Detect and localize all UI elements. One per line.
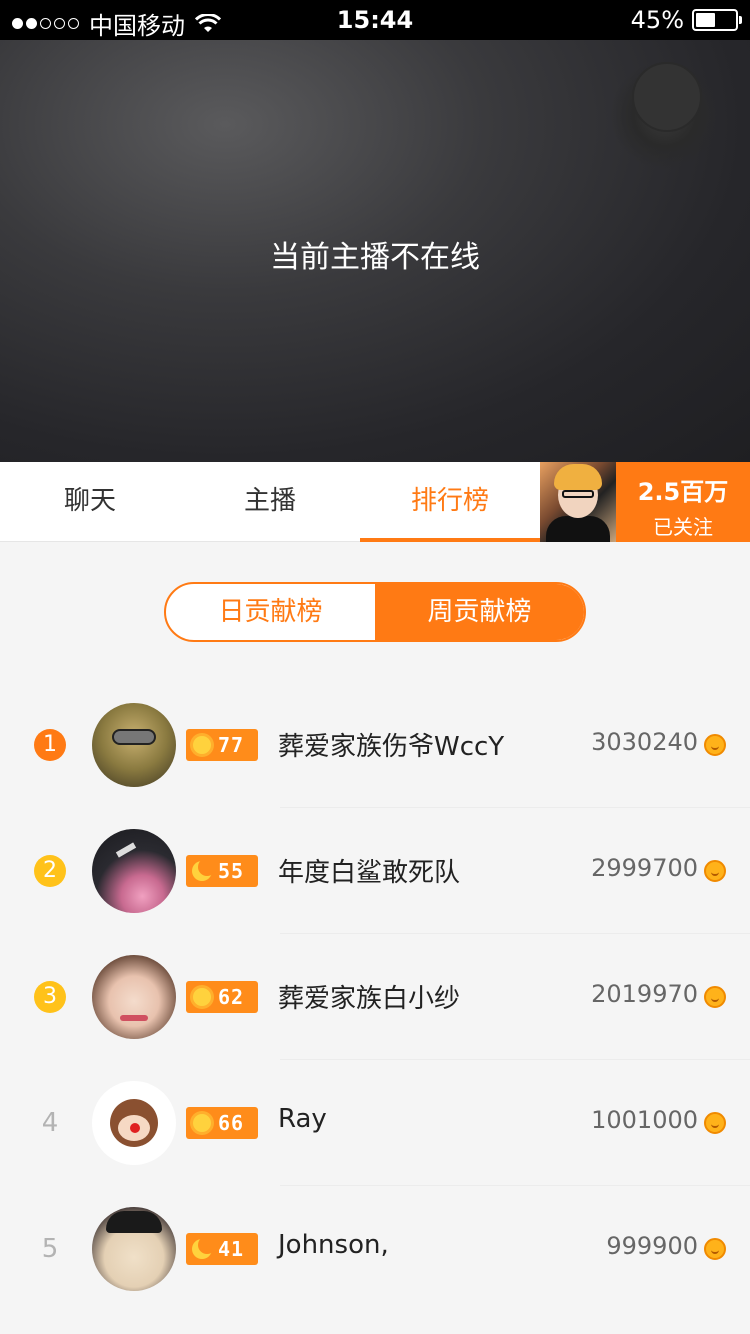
- moon-icon: [186, 855, 218, 887]
- tab-bar: 聊天 主播 排行榜 2.5百万 已关注: [0, 462, 750, 542]
- user-name: Johnson,: [278, 1230, 389, 1260]
- video-player[interactable]: 当前主播不在线: [0, 40, 750, 462]
- follower-count: 2.5百万: [637, 478, 729, 506]
- user-name: 葬爱家族白小纱: [278, 984, 461, 1014]
- tab-anchor[interactable]: 主播: [180, 462, 360, 542]
- ranking-toggle: 日贡献榜 周贡献榜: [164, 582, 586, 642]
- avatar[interactable]: [92, 1081, 176, 1165]
- rank-badge: 2: [34, 855, 66, 887]
- offline-message: 当前主播不在线: [270, 240, 480, 275]
- tab-ranking[interactable]: 排行榜: [360, 462, 540, 542]
- rank-badge: 5: [41, 1234, 59, 1264]
- contribution-score: 2999700: [591, 854, 698, 882]
- user-name: 葬爱家族伤爷WccY: [278, 732, 505, 762]
- ranking-row[interactable]: 3 62 葬爱家族白小纱 2019970: [0, 934, 750, 1060]
- moon-icon: [186, 1233, 218, 1265]
- anchor-avatar[interactable]: [540, 462, 616, 542]
- status-bar: 中国移动 15:44 45%: [0, 0, 750, 40]
- follow-status[interactable]: 已关注: [616, 511, 750, 540]
- avatar[interactable]: [92, 829, 176, 913]
- sun-icon: [186, 1107, 218, 1139]
- ranking-row[interactable]: 2 55 年度白鲨敢死队 2999700: [0, 808, 750, 934]
- battery-percent: 45%: [630, 6, 684, 34]
- coin-icon: [704, 1238, 726, 1260]
- status-right: 45%: [630, 6, 742, 34]
- battery-fill: [696, 13, 715, 27]
- tab-chat[interactable]: 聊天: [0, 462, 180, 542]
- rank-badge: 3: [34, 981, 66, 1013]
- level-badge: 41: [186, 1233, 258, 1265]
- anchor-follow-card[interactable]: 2.5百万 已关注: [540, 462, 750, 542]
- daily-ranking-button[interactable]: 日贡献榜: [166, 584, 375, 640]
- ranking-list: 1 77 葬爱家族伤爷WccY 3030240 2 55 年度白鲨敢死队 299…: [0, 682, 750, 1312]
- level-badge: 55: [186, 855, 258, 887]
- avatar[interactable]: [92, 703, 176, 787]
- ranking-row[interactable]: 1 77 葬爱家族伤爷WccY 3030240: [0, 682, 750, 808]
- contribution-score: 1001000: [591, 1106, 698, 1134]
- contribution-score: 3030240: [591, 728, 698, 756]
- avatar[interactable]: [92, 1207, 176, 1291]
- coin-icon: [704, 734, 726, 756]
- weekly-ranking-button[interactable]: 周贡献榜: [375, 584, 584, 640]
- battery-icon: [692, 9, 742, 31]
- contribution-score: 2019970: [591, 980, 698, 1008]
- avatar[interactable]: [92, 955, 176, 1039]
- level-badge: 66: [186, 1107, 258, 1139]
- rank-badge: 1: [34, 729, 66, 761]
- record-button[interactable]: [632, 62, 702, 132]
- rank-badge: 4: [41, 1108, 59, 1138]
- contribution-score: 999900: [606, 1232, 698, 1260]
- sun-icon: [186, 981, 218, 1013]
- user-name: 年度白鲨敢死队: [278, 858, 461, 888]
- ranking-row[interactable]: 5 41 Johnson, 999900: [0, 1186, 750, 1312]
- coin-icon: [704, 1112, 726, 1134]
- user-name: Ray: [278, 1104, 327, 1134]
- ranking-row[interactable]: 4 66 Ray 1001000: [0, 1060, 750, 1186]
- coin-icon: [704, 860, 726, 882]
- anchor-stats: 2.5百万 已关注: [616, 462, 750, 542]
- level-badge: 62: [186, 981, 258, 1013]
- coin-icon: [704, 986, 726, 1008]
- sun-icon: [186, 729, 218, 761]
- level-badge: 77: [186, 729, 258, 761]
